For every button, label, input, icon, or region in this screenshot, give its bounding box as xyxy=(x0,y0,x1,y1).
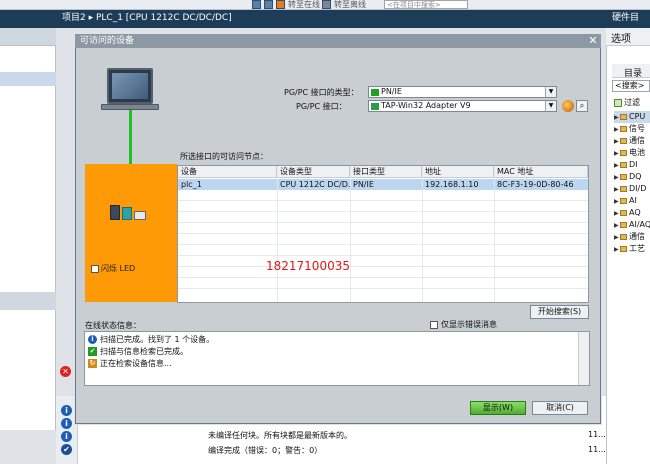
show-button[interactable]: 显示(W) xyxy=(470,401,526,415)
folder-icon xyxy=(620,221,627,228)
folder-icon xyxy=(620,233,627,240)
project-tree-pane xyxy=(0,28,56,430)
folder-icon xyxy=(620,161,627,168)
details-view-header xyxy=(0,292,56,310)
pgpc-interface-label: PG/PC 接口： xyxy=(296,102,347,111)
catalog-item[interactable]: ▶ AQ xyxy=(614,207,641,219)
pgpc-type-label: PG/PC 接口的类型： xyxy=(284,88,359,97)
status-message: ↻ 正在检索设备信息... xyxy=(88,359,172,368)
errors-only-label: 仅显示错误消息 xyxy=(441,320,497,329)
info-icon: i xyxy=(61,418,72,429)
folder-icon xyxy=(620,185,627,192)
dialog-title: 可访问的设备 xyxy=(80,36,135,46)
error-icon: ✕ xyxy=(60,366,71,377)
start-search-button[interactable]: 开始搜索(S) xyxy=(530,305,589,319)
check-icon: ✔ xyxy=(88,347,97,356)
info-message: 未编译任何块。所有块都是最新版本的。 xyxy=(208,431,352,440)
catalog-item[interactable]: ▶ DI/D xyxy=(614,183,646,195)
folder-icon xyxy=(620,209,627,216)
errors-only-option[interactable]: 仅显示错误消息 xyxy=(430,319,497,330)
toolbar-icon-1[interactable] xyxy=(252,0,261,9)
flash-led-checkbox[interactable] xyxy=(91,264,99,273)
catalog-item[interactable]: ▶ AI/AQ xyxy=(614,219,650,231)
project-tree-header xyxy=(0,28,56,46)
filter-label: 过滤 xyxy=(624,98,640,107)
go-offline-button[interactable]: 转至离线 xyxy=(334,0,366,10)
interface-properties-icon[interactable] xyxy=(562,100,574,112)
cell-interface-type: PN/IE xyxy=(353,180,374,189)
status-scrollbar[interactable] xyxy=(578,332,589,385)
project-breadcrumb: 项目2 ▸ PLC_1 [CPU 1212C DC/DC/DC] xyxy=(62,13,232,23)
toolbar-icon-2[interactable] xyxy=(264,0,273,9)
info-icon: i xyxy=(88,335,97,344)
cell-address: 192.168.1.10 xyxy=(425,180,479,189)
project-search-input[interactable]: <在项目中搜索> xyxy=(384,0,468,9)
cancel-button[interactable]: 取消(C) xyxy=(532,401,588,415)
cell-device: plc_1 xyxy=(181,180,202,189)
dialog-titlebar[interactable] xyxy=(75,34,601,48)
folder-icon xyxy=(620,149,627,156)
hardware-catalog-title: 硬件目 xyxy=(612,13,640,23)
go-offline-icon[interactable] xyxy=(322,0,331,9)
folder-icon xyxy=(620,113,627,120)
info-icon: i xyxy=(61,431,72,442)
catalog-item[interactable]: ▶ DQ xyxy=(614,171,641,183)
go-online-button[interactable]: 转至在线 xyxy=(288,0,320,10)
flash-led-label: 闪烁 LED xyxy=(101,264,136,273)
flash-led-option[interactable]: 闪烁 LED xyxy=(91,263,135,274)
folder-icon xyxy=(620,137,627,144)
catalog-item[interactable]: ▶ 工艺 xyxy=(614,243,645,255)
errors-only-checkbox[interactable] xyxy=(430,320,438,329)
catalog-search-input[interactable]: <搜索> xyxy=(612,80,650,92)
pgpc-interface-select[interactable]: TAP-Win32 Adapter V9 ▼ xyxy=(368,100,557,112)
column-header-interface-type[interactable]: 接口类型 xyxy=(350,166,422,178)
ethernet-icon xyxy=(371,89,379,96)
catalog-item[interactable]: ▶ 通信 xyxy=(614,135,645,147)
catalog-item[interactable]: ▶ DI xyxy=(614,159,638,171)
column-header-mac[interactable]: MAC 地址 xyxy=(494,166,588,178)
folder-icon xyxy=(620,173,627,180)
info-icon: i xyxy=(61,405,72,416)
watermark-phone-number: 18217100035 xyxy=(266,259,350,273)
online-status-label: 在线状态信息： xyxy=(85,321,141,330)
project-tree-row[interactable] xyxy=(0,72,56,86)
info-time: 11... xyxy=(588,430,606,439)
node-illustration-panel xyxy=(85,164,177,302)
status-message: ✔ 扫描与信息检索已完成。 xyxy=(88,347,188,356)
go-online-icon[interactable] xyxy=(276,0,285,9)
folder-icon xyxy=(620,125,627,132)
catalog-item[interactable]: ▶ 通信 xyxy=(614,231,645,243)
accessible-nodes-label: 所选接口的可访问节点： xyxy=(180,152,268,161)
info-message: 编译完成（错误：0；警告：0） xyxy=(208,446,323,455)
network-adapter-icon xyxy=(371,103,379,110)
folder-icon xyxy=(620,245,627,252)
catalog-item-cpu[interactable]: ▶ CPU xyxy=(614,111,650,123)
folder-icon xyxy=(620,197,627,204)
column-header-device-type[interactable]: 设备类型 xyxy=(277,166,350,178)
laptop-icon xyxy=(107,68,153,104)
catalog-filter[interactable]: 过滤 xyxy=(614,97,640,108)
column-header-device[interactable]: 设备 xyxy=(178,166,277,178)
top-toolbar: 转至在线 转至离线 <在项目中搜索> xyxy=(0,0,650,10)
catalog-item[interactable]: ▶ 电池 xyxy=(614,147,645,159)
cell-device-type: CPU 1212C DC/D... xyxy=(280,180,350,189)
pgpc-type-select[interactable]: PN/IE ▼ xyxy=(368,86,557,98)
chevron-down-icon[interactable]: ▼ xyxy=(545,87,556,97)
column-header-address[interactable]: 地址 xyxy=(422,166,494,178)
plc-icon xyxy=(110,205,146,221)
cell-mac: 8C-F3-19-0D-80-46 xyxy=(497,180,574,189)
catalog-label: 目录 xyxy=(624,69,643,79)
info-time: 11... xyxy=(588,445,606,454)
filter-checkbox[interactable] xyxy=(614,98,622,107)
search-icon[interactable]: ⌕ xyxy=(576,100,588,112)
close-icon[interactable]: ✕ xyxy=(586,34,600,48)
catalog-item[interactable]: ▶ AI xyxy=(614,195,637,207)
catalog-item[interactable]: ▶ 信号 xyxy=(614,123,645,135)
options-label: 选项 xyxy=(611,34,631,45)
status-message: i 扫描已完成。找到了 1 个设备。 xyxy=(88,334,214,345)
chevron-down-icon[interactable]: ▼ xyxy=(545,101,556,111)
success-icon: ✔ xyxy=(61,444,72,455)
progress-icon: ↻ xyxy=(88,359,97,368)
